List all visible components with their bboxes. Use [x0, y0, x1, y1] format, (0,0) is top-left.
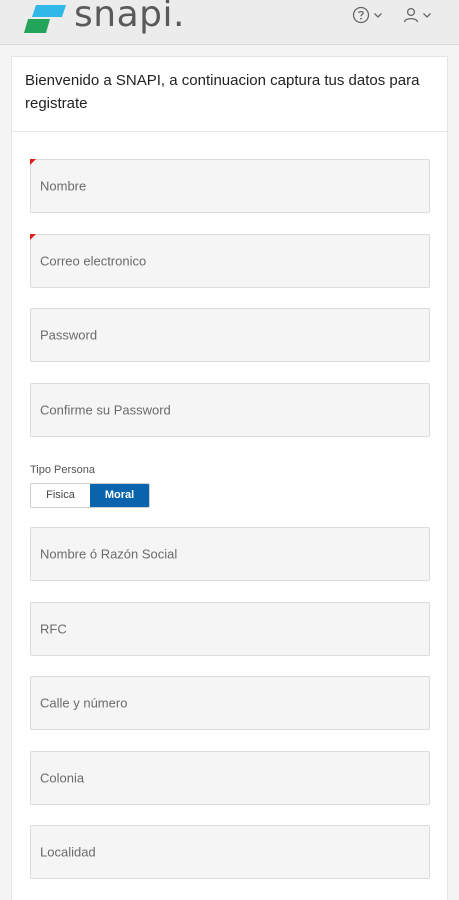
- rfc-field[interactable]: RFC: [30, 602, 430, 656]
- name-placeholder: Nombre: [40, 178, 87, 194]
- email-field[interactable]: Correo electronico: [30, 234, 430, 288]
- email-placeholder: Correo electronico: [40, 253, 147, 269]
- required-marker: [30, 159, 36, 165]
- tipo-persona-toggle: Fisica Moral: [30, 483, 150, 508]
- help-circle-icon: [352, 6, 370, 24]
- localidad-field[interactable]: Localidad: [30, 825, 430, 879]
- snapi-logo-icon: [24, 5, 66, 33]
- user-icon: [403, 7, 419, 23]
- chevron-down-icon: [423, 13, 431, 18]
- street-placeholder: Calle y número: [40, 695, 128, 711]
- razon-social-placeholder: Nombre ó Razón Social: [40, 546, 178, 562]
- street-field[interactable]: Calle y número: [30, 676, 430, 730]
- password-placeholder: Password: [40, 327, 98, 343]
- password-field[interactable]: Password: [30, 308, 430, 362]
- razon-social-field[interactable]: Nombre ó Razón Social: [30, 527, 430, 581]
- app-header: snapi.: [0, 0, 459, 45]
- colonia-field[interactable]: Colonia: [30, 751, 430, 805]
- help-menu-button[interactable]: [352, 6, 383, 24]
- colonia-placeholder: Colonia: [40, 770, 85, 786]
- tipo-persona-fisica-button[interactable]: Fisica: [31, 484, 90, 507]
- required-marker: [30, 234, 36, 240]
- tipo-persona-label: Tipo Persona: [30, 464, 96, 476]
- confirm-password-field[interactable]: Confirme su Password: [30, 383, 430, 437]
- welcome-message: Bienvenido a SNAPI, a continuacion captu…: [25, 72, 420, 112]
- divider: [12, 131, 447, 132]
- logo-text: snapi.: [74, 0, 185, 35]
- tipo-persona-moral-button[interactable]: Moral: [90, 484, 149, 507]
- user-menu-button[interactable]: [403, 6, 432, 24]
- rfc-placeholder: RFC: [40, 621, 67, 637]
- confirm-password-placeholder: Confirme su Password: [40, 402, 171, 418]
- name-field[interactable]: Nombre: [30, 159, 430, 213]
- chevron-down-icon: [374, 13, 382, 18]
- registration-form: Bienvenido a SNAPI, a continuacion captu…: [11, 56, 448, 900]
- localidad-placeholder: Localidad: [40, 844, 96, 860]
